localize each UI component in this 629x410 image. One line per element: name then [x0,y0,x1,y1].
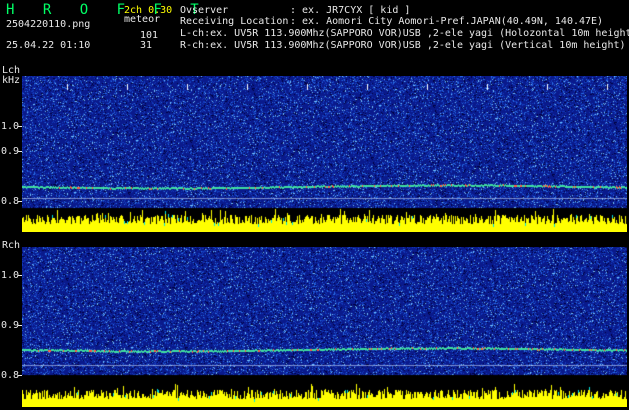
lch-ytick [18,151,22,152]
lch-ytick-label: 0.8 [1,196,20,207]
app-logo: H R O F F T [6,2,209,18]
observer-value: : ex. JR7CYX [ kid ] [290,5,411,16]
rch-ytick [18,375,22,376]
meteor-label: meteor [124,14,161,25]
lch-ytick [18,126,22,127]
khz-unit-label: kHz [2,75,21,86]
hroft-window: H R O F F T 2ch 0.30 2504220110.png mete… [0,0,629,410]
lch-ytick-label: 0.9 [1,146,20,157]
lch-info: L-ch:ex. UV5R 113.900Mhz(SAPPORO VOR)USB… [180,28,629,39]
meteor-count-rch: 31 [140,40,153,51]
location-value: : ex. Aomori City Aomori-Pref.JAPAN(40.4… [290,16,604,27]
rch-label: Rch [2,240,21,251]
lch-ytick [18,201,22,202]
rch-ytick-label: 1.0 [1,270,20,281]
lch-spectrogram [22,76,627,232]
datetime-label: 25.04.22 01:10 [6,40,91,51]
filename-label: 2504220110.png [6,19,91,30]
rch-spectrogram [22,247,627,407]
rch-ytick-label: 0.8 [1,370,20,381]
rch-info: R-ch:ex. UV5R 113.900Mhz(SAPPORO VOR)USB… [180,40,626,51]
lch-ytick-label: 1.0 [1,121,20,132]
rch-ytick [18,275,22,276]
observer-label: Ovserver [180,5,229,16]
rch-ytick-label: 0.9 [1,320,20,331]
location-label: Receiving Location [180,16,289,27]
rch-ytick [18,325,22,326]
